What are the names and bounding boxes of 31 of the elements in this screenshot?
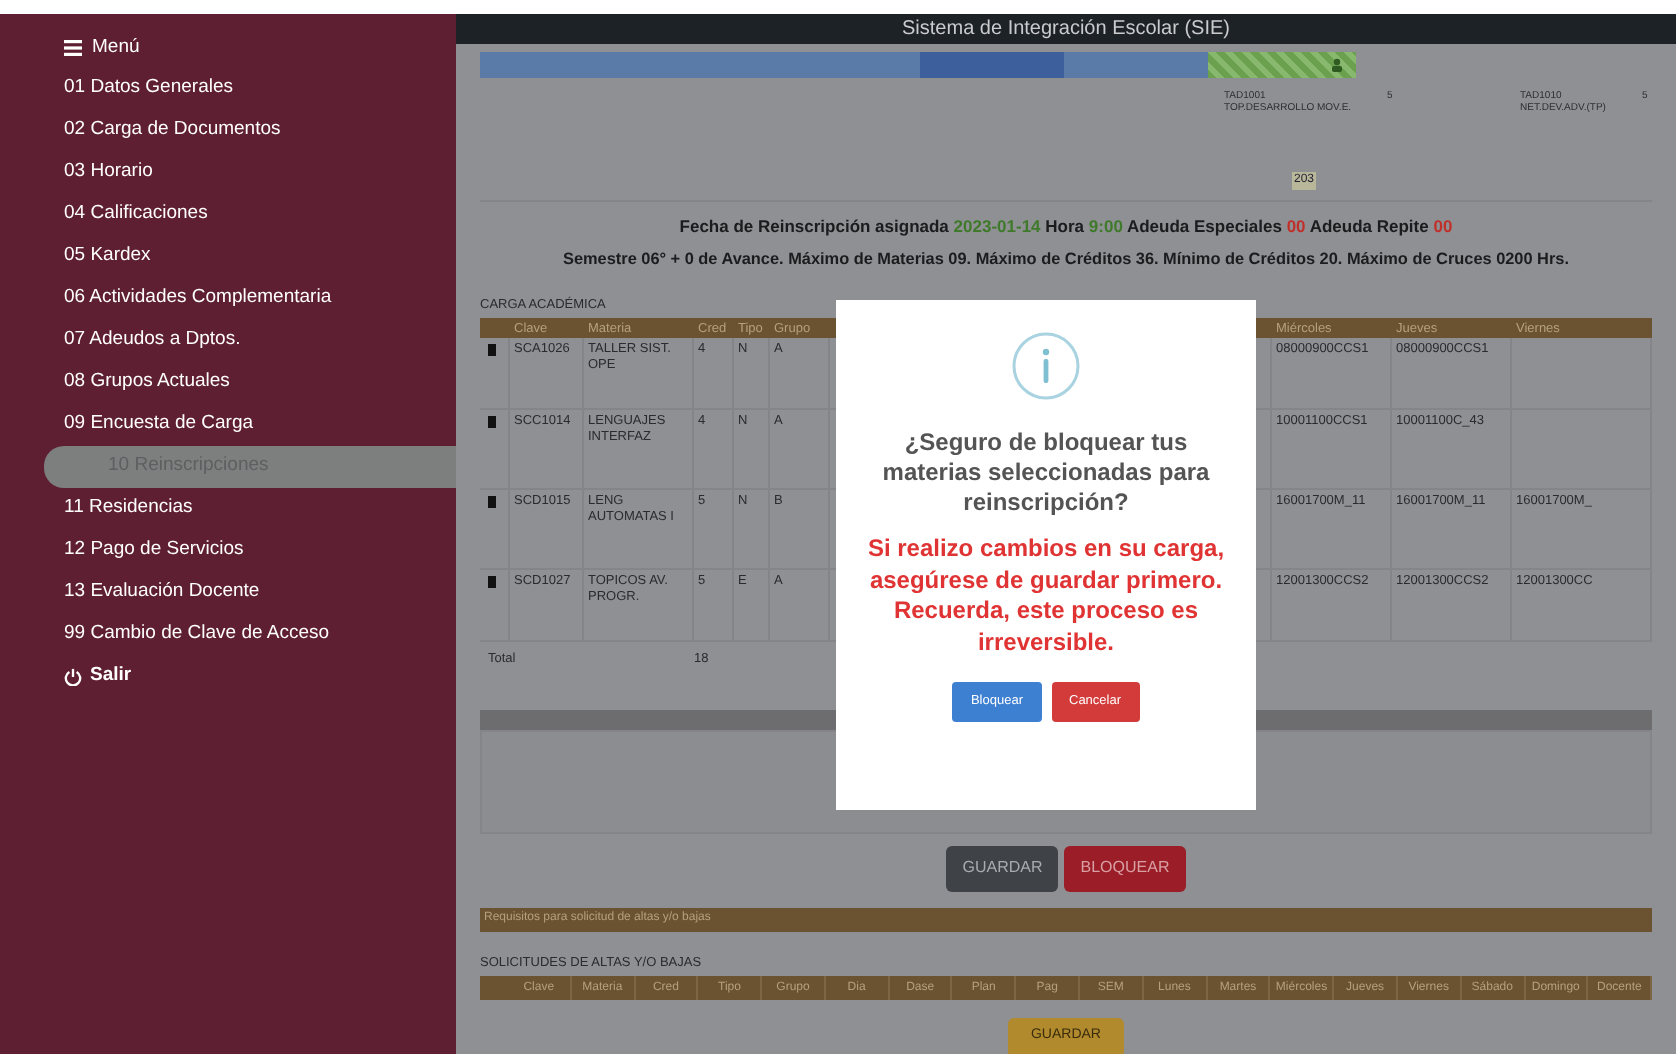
dialog-question: ¿Seguro de bloquear tus materias seleccionadas para reinscripción? xyxy=(880,428,1212,518)
trash-icon[interactable] xyxy=(488,415,496,428)
sidebar-item[interactable]: 12 Pago de Servicios xyxy=(0,530,456,572)
semester-limits-text: Semestre 06° + 0 de Avance. Máximo de Materias 09. Máximo de Créditos 36. Mínimo de Créditos 20. Máximo de Cruces 0200 Hrs. xyxy=(561,247,1571,272)
trash-icon[interactable] xyxy=(488,495,496,508)
sidebar-item[interactable]: 04 Calificaciones xyxy=(0,194,456,236)
sidebar-item[interactable]: 13 Evaluación Docente xyxy=(0,572,456,614)
save-button[interactable]: GUARDAR xyxy=(946,845,1059,892)
sidebar-item[interactable]: 01 Datos Generales xyxy=(0,68,456,110)
sidebar-item[interactable]: 99 Cambio de Clave de Acceso xyxy=(0,614,456,656)
reinscription-date-text: Fecha de Reinscripción asignada 2023-01-14 Hora 9:00 Adeuda Especiales 00 Adeuda Repite 00 xyxy=(677,214,1455,240)
sidebar-item[interactable]: 05 Kardex xyxy=(0,236,456,278)
dialog-warning: Si realizo cambios en su carga, asegúrese de guardar primero. Recuerda, este proceso es irreversible. xyxy=(865,534,1227,658)
logout-link[interactable]: Salir xyxy=(90,662,132,692)
trash-icon[interactable] xyxy=(488,343,496,356)
sidebar-item[interactable]: 06 Actividades Complementaria xyxy=(0,278,456,320)
power-icon[interactable] xyxy=(64,668,82,686)
sidebar-item[interactable]: 02 Carga de Documentos xyxy=(0,110,456,152)
trash-icon[interactable] xyxy=(488,575,496,588)
schedule-block[interactable] xyxy=(1208,52,1356,78)
sidebar-item[interactable]: 09 Encuesta de Carga xyxy=(0,404,456,446)
info-icon xyxy=(1012,332,1080,400)
lock-button[interactable]: BLOQUEAR xyxy=(1064,845,1186,892)
sidebar-item[interactable]: 11 Residencias xyxy=(0,488,456,530)
sidebar-item[interactable]: 03 Horario xyxy=(0,152,456,194)
window-title: Sistema de Integración Escolar (SIE) xyxy=(456,14,1676,44)
person-icon xyxy=(1330,58,1344,72)
sidebar-item[interactable]: 08 Grupos Actuales xyxy=(0,362,456,404)
sidebar-item[interactable]: 07 Adeudos a Dptos. xyxy=(0,320,456,362)
menu-icon[interactable] xyxy=(64,40,82,56)
menu-label: Menú xyxy=(92,33,140,62)
